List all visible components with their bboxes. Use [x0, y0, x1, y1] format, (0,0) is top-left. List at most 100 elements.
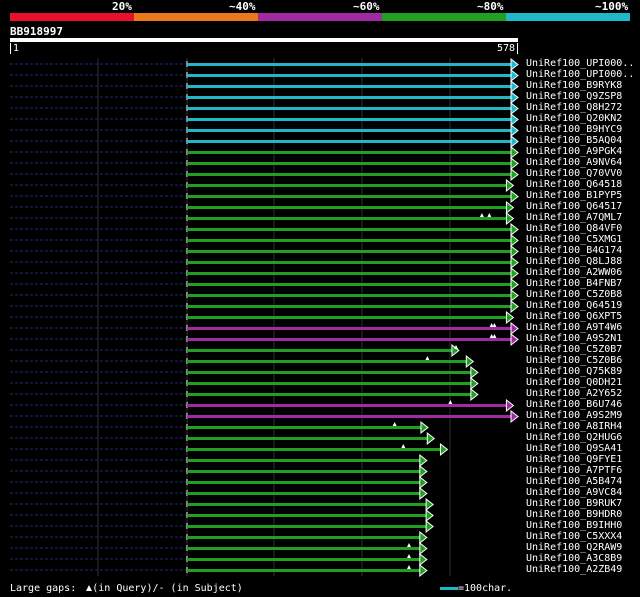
hit-bar[interactable] — [187, 415, 512, 418]
hit-bar[interactable] — [187, 371, 472, 374]
hit-bar[interactable] — [187, 107, 512, 110]
query-gap-marker — [479, 213, 484, 217]
hit-label[interactable]: UniRef100_UPI000.. — [526, 69, 634, 80]
hit-bar[interactable] — [187, 184, 508, 187]
hit-label[interactable]: UniRef100_B4G174 — [526, 245, 622, 256]
hit-label[interactable]: UniRef100_A9S2M9 — [526, 410, 622, 421]
hit-label[interactable]: UniRef100_Q64517 — [526, 201, 622, 212]
hit-label[interactable]: UniRef100_C5XXX4 — [526, 531, 622, 542]
hit-label[interactable]: UniRef100_B1PYP5 — [526, 190, 622, 201]
hit-label[interactable]: UniRef100_Q8H272 — [526, 102, 622, 113]
hit-label[interactable]: UniRef100_A5B474 — [526, 476, 622, 487]
hit-label[interactable]: UniRef100_Q64518 — [526, 179, 622, 190]
hit-label[interactable]: UniRef100_Q2HUG6 — [526, 432, 622, 443]
hit-bar[interactable] — [187, 481, 421, 484]
hit-bar[interactable] — [187, 96, 512, 99]
hit-bar[interactable] — [187, 569, 421, 572]
hit-label[interactable]: UniRef100_A9T4W6 — [526, 322, 622, 333]
hit-bar[interactable] — [187, 250, 512, 253]
hit-label[interactable]: UniRef100_B9HDR0 — [526, 509, 622, 520]
hit-label[interactable]: UniRef100_C5XMG1 — [526, 234, 622, 245]
hit-label[interactable]: UniRef100_A9S2N1 — [526, 333, 622, 344]
hit-bar[interactable] — [187, 338, 512, 341]
hit-label[interactable]: UniRef100_A2ZB49 — [526, 564, 622, 575]
hit-label[interactable]: UniRef100_B9RUK7 — [526, 498, 622, 509]
hit-label[interactable]: UniRef100_Q9SA41 — [526, 443, 622, 454]
hit-label[interactable]: UniRef100_Q9ZSP8 — [526, 91, 622, 102]
hit-bar[interactable] — [187, 261, 512, 264]
hit-label[interactable]: UniRef100_A8IRH4 — [526, 421, 622, 432]
hit-bar[interactable] — [187, 459, 421, 462]
hit-arrow — [510, 299, 519, 314]
hit-bar[interactable] — [187, 448, 442, 451]
hit-bar[interactable] — [187, 283, 512, 286]
hit-label[interactable]: UniRef100_Q84VF0 — [526, 223, 622, 234]
hit-label[interactable]: UniRef100_Q75K89 — [526, 366, 622, 377]
hit-bar[interactable] — [187, 228, 512, 231]
hit-bar[interactable] — [187, 382, 472, 385]
hit-arrow — [425, 519, 434, 534]
hit-label[interactable]: UniRef100_Q20KN2 — [526, 113, 622, 124]
hit-label[interactable]: UniRef100_Q0DH21 — [526, 377, 622, 388]
hit-label[interactable]: UniRef100_Q70VV0 — [526, 168, 622, 179]
hit-bar[interactable] — [187, 74, 512, 77]
hit-label[interactable]: UniRef100_B9RYK8 — [526, 80, 622, 91]
hit-bar[interactable] — [187, 547, 421, 550]
hit-bar[interactable] — [187, 327, 512, 330]
hit-bar[interactable] — [187, 525, 428, 528]
hit-label[interactable]: UniRef100_B9HYC9 — [526, 124, 622, 135]
hit-arrow — [510, 101, 519, 116]
hit-label[interactable]: UniRef100_A2Y652 — [526, 388, 622, 399]
hit-bar[interactable] — [187, 206, 508, 209]
hit-bar[interactable] — [187, 173, 512, 176]
hit-bar[interactable] — [187, 217, 508, 220]
hit-arrow — [510, 233, 519, 248]
hit-label[interactable]: UniRef100_A9PGK4 — [526, 146, 622, 157]
hit-bar[interactable] — [187, 239, 512, 242]
hit-bar[interactable] — [187, 470, 421, 473]
hit-bar[interactable] — [187, 63, 512, 66]
hit-arrow — [470, 387, 479, 402]
hit-bar[interactable] — [187, 272, 512, 275]
hit-bar[interactable] — [187, 426, 422, 429]
hit-bar[interactable] — [187, 162, 512, 165]
hit-bar[interactable] — [187, 118, 512, 121]
hit-bar[interactable] — [187, 536, 421, 539]
hit-bar[interactable] — [187, 151, 512, 154]
hit-label[interactable]: UniRef100_A7PTF6 — [526, 465, 622, 476]
hit-label[interactable]: UniRef100_Q6XPT5 — [526, 311, 622, 322]
hit-bar[interactable] — [187, 503, 428, 506]
hit-bar[interactable] — [187, 316, 508, 319]
hit-bar[interactable] — [187, 195, 512, 198]
hit-label[interactable]: UniRef100_B6U746 — [526, 399, 622, 410]
hit-label[interactable]: UniRef100_A7QML7 — [526, 212, 622, 223]
hit-bar[interactable] — [187, 305, 512, 308]
hit-label[interactable]: UniRef100_B5AQ04 — [526, 135, 622, 146]
hit-label[interactable]: UniRef100_Q64519 — [526, 300, 622, 311]
hit-label[interactable]: UniRef100_A9VC84 — [526, 487, 622, 498]
hit-bar[interactable] — [187, 558, 421, 561]
hit-bar[interactable] — [187, 437, 429, 440]
hit-label[interactable]: UniRef100_Q8LJ88 — [526, 256, 622, 267]
hit-label[interactable]: UniRef100_A3C8B9 — [526, 553, 622, 564]
hit-bar[interactable] — [187, 404, 508, 407]
hit-bar[interactable] — [187, 349, 453, 352]
hit-label[interactable]: UniRef100_C5Z0B8 — [526, 289, 622, 300]
hit-bar[interactable] — [187, 140, 512, 143]
hit-bar[interactable] — [187, 294, 512, 297]
hit-label[interactable]: UniRef100_UPI000.. — [526, 58, 634, 69]
hit-label[interactable]: UniRef100_Q2RAW9 — [526, 542, 622, 553]
hit-bar[interactable] — [187, 360, 468, 363]
hit-label[interactable]: UniRef100_A2WW06 — [526, 267, 622, 278]
hit-label[interactable]: UniRef100_B4FNB7 — [526, 278, 622, 289]
hit-bar[interactable] — [187, 129, 512, 132]
hit-bar[interactable] — [187, 514, 428, 517]
hit-bar[interactable] — [187, 492, 421, 495]
hit-bar[interactable] — [187, 393, 472, 396]
hit-label[interactable]: UniRef100_B9IHH0 — [526, 520, 622, 531]
hit-label[interactable]: UniRef100_C5Z0B7 — [526, 344, 622, 355]
hit-label[interactable]: UniRef100_Q9FYE1 — [526, 454, 622, 465]
hit-label[interactable]: UniRef100_A9NV64 — [526, 157, 622, 168]
hit-label[interactable]: UniRef100_C5Z0B6 — [526, 355, 622, 366]
hit-bar[interactable] — [187, 85, 512, 88]
